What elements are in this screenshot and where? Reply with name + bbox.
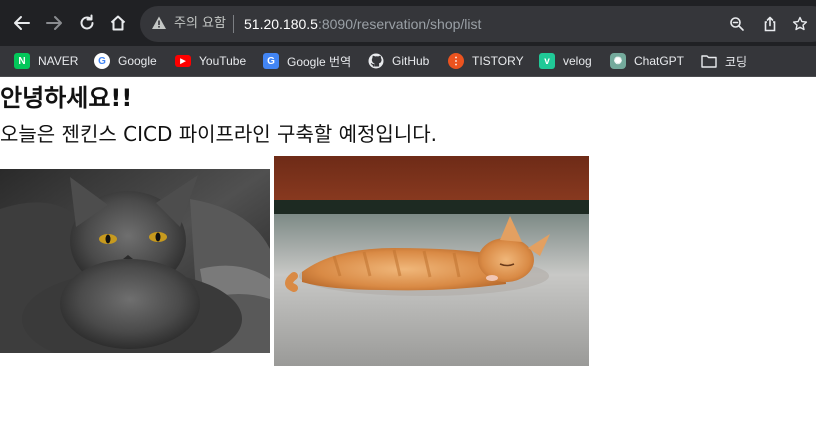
warning-icon[interactable] (151, 15, 167, 35)
bookmark-label: velog (563, 54, 592, 68)
kitten-image (274, 156, 589, 366)
folder-icon (701, 53, 717, 69)
bookmark-naver[interactable]: N NAVER (14, 52, 78, 70)
google-translate-icon: G (263, 53, 279, 69)
bookmark-google[interactable]: G Google (94, 52, 157, 70)
google-icon: G (94, 53, 110, 69)
page-subheading: 오늘은 젠킨스 CICD 파이프라인 구축할 예정입니다. (0, 122, 437, 146)
security-label[interactable]: 주의 요함 (174, 15, 226, 33)
url-host: 51.20.180.5 (244, 16, 318, 32)
url-path: :8090/reservation/shop/list (317, 16, 482, 32)
tistory-icon: ⋮ (448, 53, 464, 69)
naver-icon: N (14, 53, 30, 69)
page-heading: 안녕하세요!! (0, 84, 133, 112)
bookmark-label: GitHub (392, 54, 430, 68)
bookmark-velog[interactable]: v velog (539, 52, 592, 70)
bookmark-label: 코딩 (725, 54, 748, 69)
bookmarks-bar: N NAVER G Google ▶ YouTube G Google 번역 G… (0, 46, 816, 77)
bookmark-github[interactable]: GitHub (368, 52, 429, 70)
zoom-icon[interactable] (728, 15, 746, 33)
forward-icon[interactable] (43, 12, 65, 34)
youtube-icon: ▶ (175, 55, 191, 67)
bookmark-chatgpt[interactable]: ✺ ChatGPT (610, 52, 684, 70)
browser-toolbar: 주의 요함 51.20.180.5:8090/reservation/shop/… (0, 0, 816, 46)
bookmark-google-translate[interactable]: G Google 번역 (263, 52, 351, 70)
back-icon[interactable] (11, 12, 33, 34)
cat-image (0, 169, 270, 353)
bookmark-star-icon[interactable] (791, 15, 809, 33)
velog-icon: v (539, 53, 555, 69)
bookmark-label: NAVER (38, 54, 79, 68)
bookmark-label: ChatGPT (634, 54, 685, 68)
bookmark-tistory[interactable]: ⋮ TISTORY (448, 52, 524, 70)
bookmark-label: Google (118, 54, 157, 68)
reload-icon[interactable] (76, 12, 98, 34)
home-icon[interactable] (107, 12, 129, 34)
url-text[interactable]: 51.20.180.5:8090/reservation/shop/list (244, 14, 481, 34)
bookmark-youtube[interactable]: ▶ YouTube (175, 52, 246, 70)
share-icon[interactable] (761, 15, 779, 33)
address-bar[interactable]: 주의 요함 51.20.180.5:8090/reservation/shop/… (140, 6, 816, 42)
divider (233, 15, 234, 33)
page-content: 안녕하세요!! 오늘은 젠킨스 CICD 파이프라인 구축할 예정입니다. (0, 77, 816, 447)
github-icon (368, 53, 384, 69)
chatgpt-icon: ✺ (610, 53, 626, 69)
bookmark-label: TISTORY (472, 54, 524, 68)
bookmark-label: Google 번역 (287, 54, 352, 69)
bookmark-label: YouTube (199, 54, 247, 68)
bookmark-folder-coding[interactable]: 코딩 (701, 52, 747, 70)
